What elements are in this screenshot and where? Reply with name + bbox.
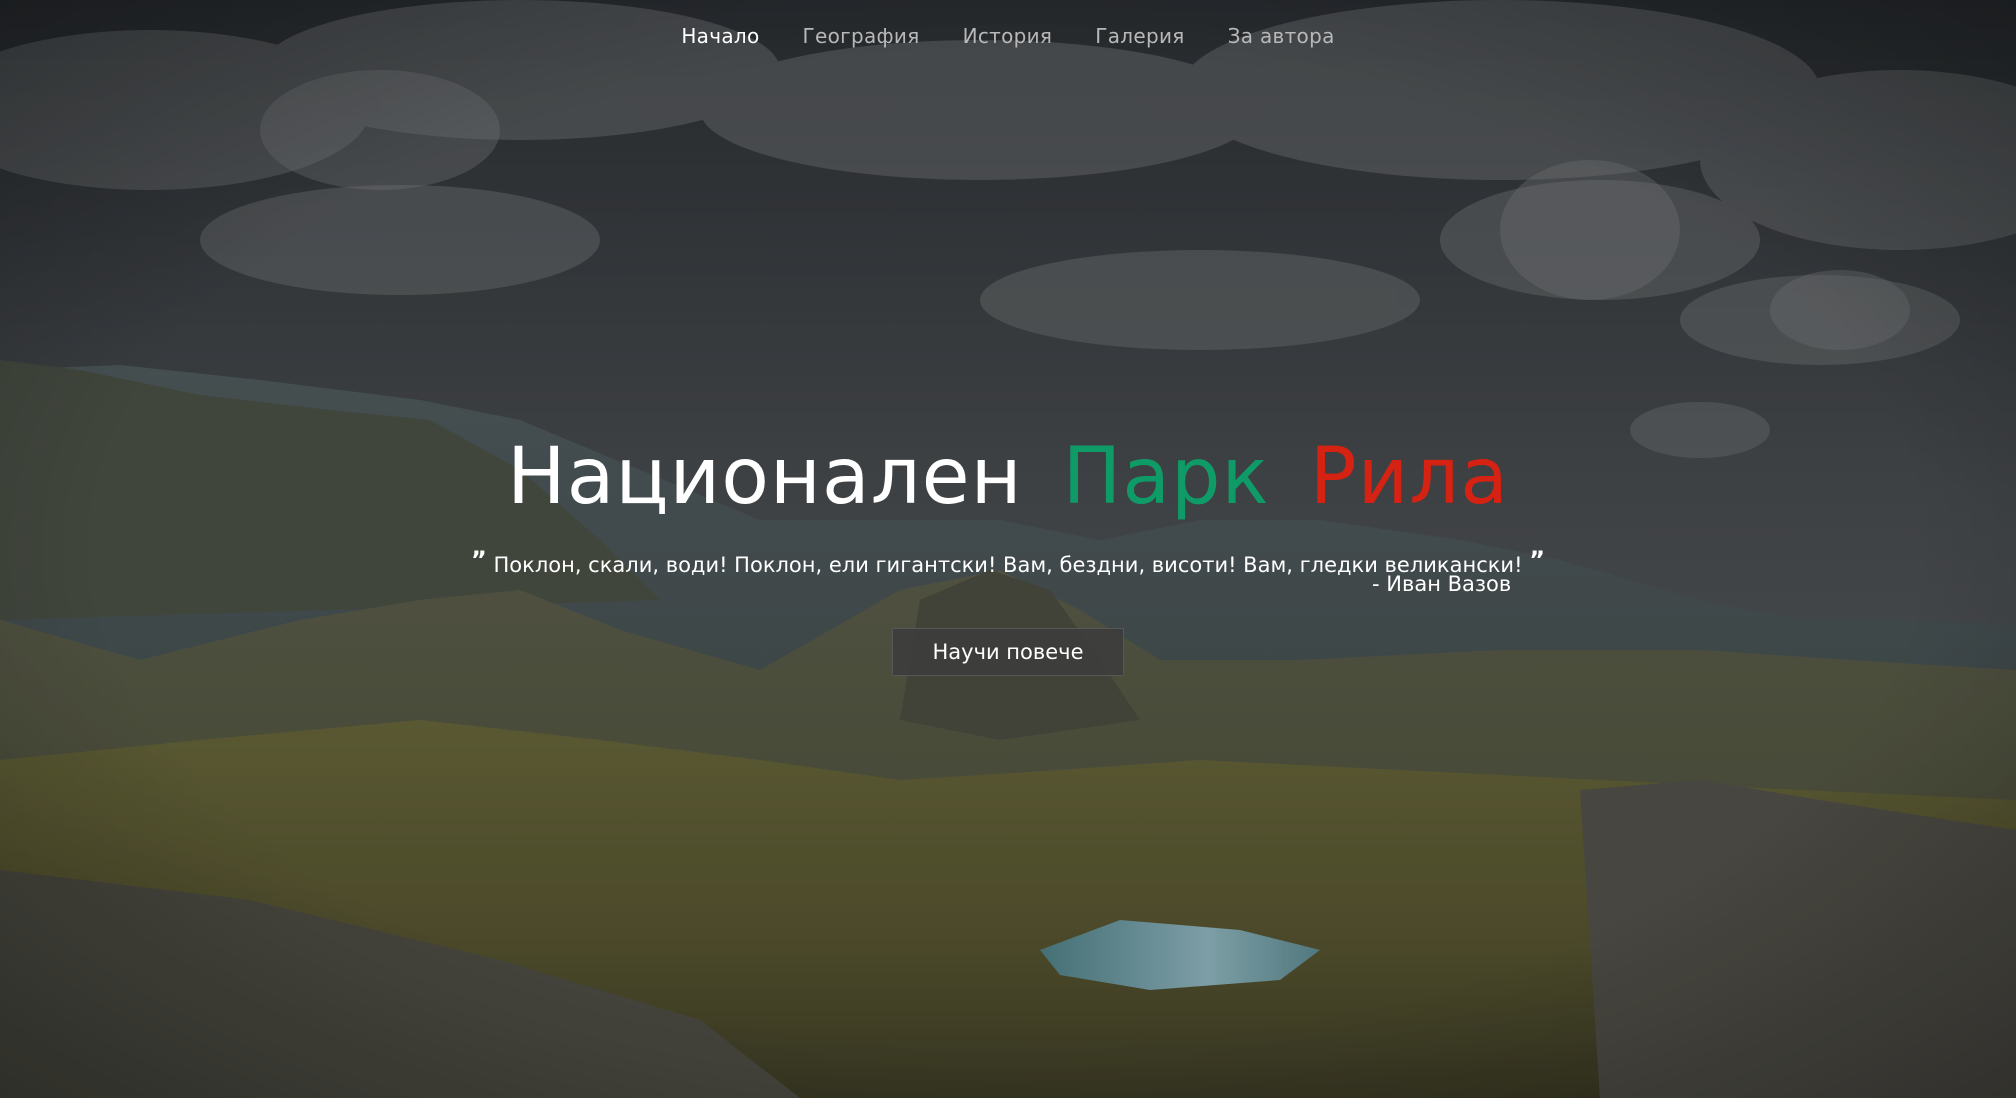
main-navigation: Начало География История Галерия За авто… <box>0 0 2016 72</box>
learn-more-button[interactable]: Научи повече <box>892 628 1124 676</box>
quote-text: Поклон, скали, води! Поклон, ели гигантс… <box>493 553 1523 577</box>
hero-section: Начало География История Галерия За авто… <box>0 0 2016 1098</box>
title-word-park: Парк <box>1062 432 1270 522</box>
quote-open-mark: ” <box>471 546 487 574</box>
quote-close-mark: ” <box>1529 546 1545 574</box>
nav-link-gallery[interactable]: Галерия <box>1095 24 1184 48</box>
nav-link-home[interactable]: Начало <box>681 24 759 48</box>
nav-link-about-author[interactable]: За автора <box>1228 24 1335 48</box>
nav-link-geography[interactable]: География <box>803 24 920 48</box>
quote-author: - Иван Вазов <box>1372 572 1512 596</box>
nav-link-history[interactable]: История <box>963 24 1053 48</box>
page-title: Национален Парк Рила <box>0 432 2016 522</box>
title-word-rila: Рила <box>1309 432 1510 522</box>
hero-quote: ” Поклон, скали, води! Поклон, ели гиган… <box>0 546 2016 577</box>
title-word-national: Национален <box>506 432 1023 522</box>
